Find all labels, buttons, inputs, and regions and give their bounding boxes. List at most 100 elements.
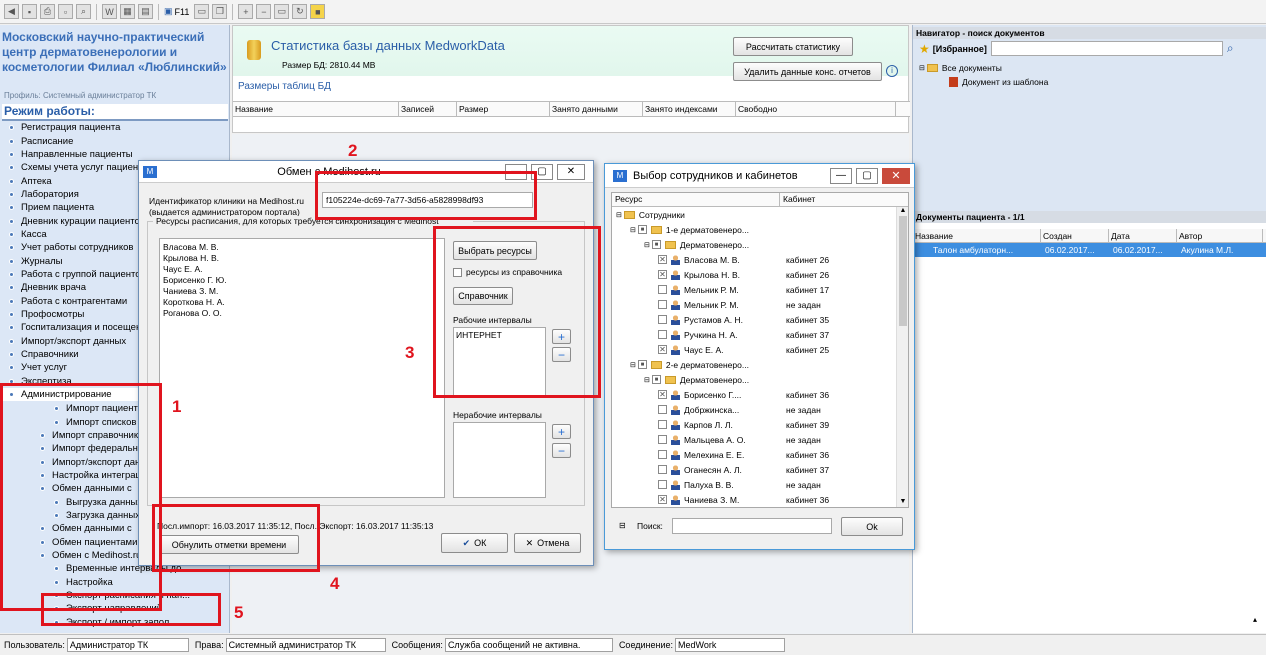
- note-icon[interactable]: ■: [310, 4, 326, 19]
- col-date[interactable]: Дата: [1109, 229, 1177, 242]
- expand-icon[interactable]: ⊟: [919, 64, 925, 72]
- list-item[interactable]: Короткова Н. А.: [163, 297, 441, 308]
- col-indexes[interactable]: Занято индексами: [643, 102, 736, 116]
- list-item[interactable]: Чаус Е. А.: [163, 264, 441, 275]
- list-item[interactable]: Власова М. В.: [163, 242, 441, 253]
- calc-stats-button[interactable]: Рассчитать статистику: [733, 37, 853, 56]
- staff-search-input[interactable]: [672, 518, 832, 534]
- checkbox[interactable]: [658, 405, 667, 414]
- calc-icon[interactable]: ▤: [138, 4, 153, 19]
- tree-row[interactable]: ✕ Крылова Н. В. кабинет 26: [612, 267, 908, 282]
- tree-row[interactable]: ⊟ ■ 2-е дерматовенеро...: [612, 357, 908, 372]
- col-name[interactable]: Название: [233, 102, 399, 116]
- checkbox[interactable]: ✕: [658, 270, 667, 279]
- add-icon[interactable]: +: [238, 4, 254, 19]
- tree-row[interactable]: ⊟ ■ Дерматовенеро...: [612, 372, 908, 387]
- close-button[interactable]: ✕: [882, 167, 910, 184]
- checkbox[interactable]: [658, 420, 667, 429]
- checkbox[interactable]: [658, 450, 667, 459]
- cancel-button[interactable]: ✕ Отмена: [514, 533, 581, 553]
- save-icon[interactable]: ▪: [22, 4, 37, 19]
- tree-row[interactable]: Ручкина Н. А. кабинет 37: [612, 327, 908, 342]
- scroll-thumb[interactable]: [899, 216, 907, 326]
- delete-reports-button[interactable]: Удалить данные конс. отчетов: [733, 62, 882, 81]
- list-item[interactable]: Чаниева З. М.: [163, 286, 441, 297]
- tree-row[interactable]: ✕ Власова М. В. кабинет 26: [612, 252, 908, 267]
- f11-button[interactable]: ▣ F11: [164, 6, 189, 17]
- col-size[interactable]: Размер: [457, 102, 550, 116]
- collapse-search-icon[interactable]: ⊟: [619, 521, 626, 530]
- tree-row[interactable]: Палуха В. В. не задан: [612, 477, 908, 492]
- word-icon[interactable]: W: [102, 4, 117, 19]
- col-resource[interactable]: Ресурс: [612, 193, 780, 206]
- tree-all-docs[interactable]: ⊟ Все документы: [919, 63, 1002, 73]
- tree-row[interactable]: Рустамов А. Н. кабинет 35: [612, 312, 908, 327]
- preview-icon[interactable]: ▫: [58, 4, 73, 19]
- col-records[interactable]: Записей: [399, 102, 457, 116]
- col-doc-name[interactable]: Название: [913, 229, 1041, 242]
- tree-row[interactable]: Карпов Л. Л. кабинет 39: [612, 417, 908, 432]
- col-data[interactable]: Занято данными: [550, 102, 643, 116]
- checkbox[interactable]: ✕: [658, 255, 667, 264]
- tree-row[interactable]: Мальцева А. О. не задан: [612, 432, 908, 447]
- tree-doc-template[interactable]: Документ из шаблона: [949, 77, 1048, 87]
- print-icon[interactable]: ⎙: [40, 4, 55, 19]
- tree-row[interactable]: ✕ Борисенко Г.... кабинет 36: [612, 387, 908, 402]
- add-nonwork-interval-button[interactable]: +: [552, 424, 571, 439]
- scrollbar[interactable]: ▲ ▼: [896, 207, 908, 507]
- checkbox[interactable]: [658, 315, 667, 324]
- scroll-up-icon[interactable]: ▲: [897, 207, 908, 214]
- col-free[interactable]: Свободно: [736, 102, 896, 116]
- tree-row[interactable]: Мелехина Е. Е. кабинет 36: [612, 447, 908, 462]
- expand-icon[interactable]: ⊟: [630, 226, 636, 234]
- search-icon[interactable]: ⌕: [1227, 41, 1234, 56]
- expand-icon[interactable]: ⊟: [644, 376, 650, 384]
- tree-row[interactable]: ⊟ Сотрудники: [612, 207, 908, 222]
- tree-row[interactable]: ✕ Чаус Е. А. кабинет 25: [612, 342, 908, 357]
- search-icon[interactable]: ⌕: [76, 4, 91, 19]
- minimize-button[interactable]: —: [830, 167, 852, 184]
- tree-row[interactable]: Оганесян А. Л. кабинет 37: [612, 462, 908, 477]
- copy-icon[interactable]: ❐: [212, 4, 228, 19]
- close-button[interactable]: ✕: [557, 163, 585, 180]
- checkbox[interactable]: ■: [637, 360, 647, 369]
- checkbox[interactable]: ✕: [658, 345, 667, 354]
- checkbox[interactable]: [658, 480, 667, 489]
- checkbox[interactable]: [658, 465, 667, 474]
- list-item[interactable]: Роганова О. О.: [163, 308, 441, 319]
- nonwork-intervals-list[interactable]: [453, 422, 546, 498]
- resources-list[interactable]: Власова М. В. Крылова Н. В. Чаус Е. А. Бори…: [159, 238, 445, 498]
- table-row[interactable]: Талон амбулаторн... 06.02.2017... 06.02.…: [913, 243, 1266, 257]
- expand-icon[interactable]: ⊟: [616, 211, 622, 219]
- checkbox[interactable]: ✕: [658, 390, 667, 399]
- tree-row[interactable]: Мельник Р. М. кабинет 17: [612, 282, 908, 297]
- checkbox[interactable]: [658, 285, 667, 294]
- expand-icon[interactable]: ⊟: [644, 241, 650, 249]
- table-icon[interactable]: ▦: [120, 4, 135, 19]
- scroll-up-icon[interactable]: ▴: [1253, 615, 1257, 624]
- checkbox[interactable]: ■: [637, 225, 647, 234]
- checkbox[interactable]: ■: [651, 375, 661, 384]
- checkbox[interactable]: [658, 435, 667, 444]
- tree-row[interactable]: Добржинска... не задан: [612, 402, 908, 417]
- ok-button[interactable]: ✔ ОК: [441, 533, 508, 553]
- back-icon[interactable]: ◀: [4, 4, 19, 19]
- folder-icon[interactable]: ▭: [194, 4, 210, 19]
- col-created[interactable]: Создан: [1041, 229, 1109, 242]
- refresh-icon[interactable]: ↻: [292, 4, 308, 19]
- scroll-down-icon[interactable]: ▼: [897, 498, 908, 505]
- remove-nonwork-interval-button[interactable]: −: [552, 443, 571, 458]
- checkbox[interactable]: ✕: [658, 495, 667, 504]
- staff-ok-button[interactable]: Ok: [841, 517, 903, 536]
- edit-icon[interactable]: ▭: [274, 4, 290, 19]
- tree-row[interactable]: ⊟ ■ Дерматовенеро...: [612, 237, 908, 252]
- expand-icon[interactable]: ⊟: [630, 361, 636, 369]
- col-room[interactable]: Кабинет: [780, 193, 880, 206]
- maximize-button[interactable]: ▢: [856, 167, 878, 184]
- sidebar-item[interactable]: Регистрация пациента: [0, 121, 230, 134]
- checkbox[interactable]: ■: [651, 240, 661, 249]
- info-icon[interactable]: i: [886, 65, 898, 77]
- tree-row[interactable]: Мельник Р. М. не задан: [612, 297, 908, 312]
- remove-icon[interactable]: −: [256, 4, 272, 19]
- tree-row[interactable]: ✕ Чаниева З. М. кабинет 36: [612, 492, 908, 507]
